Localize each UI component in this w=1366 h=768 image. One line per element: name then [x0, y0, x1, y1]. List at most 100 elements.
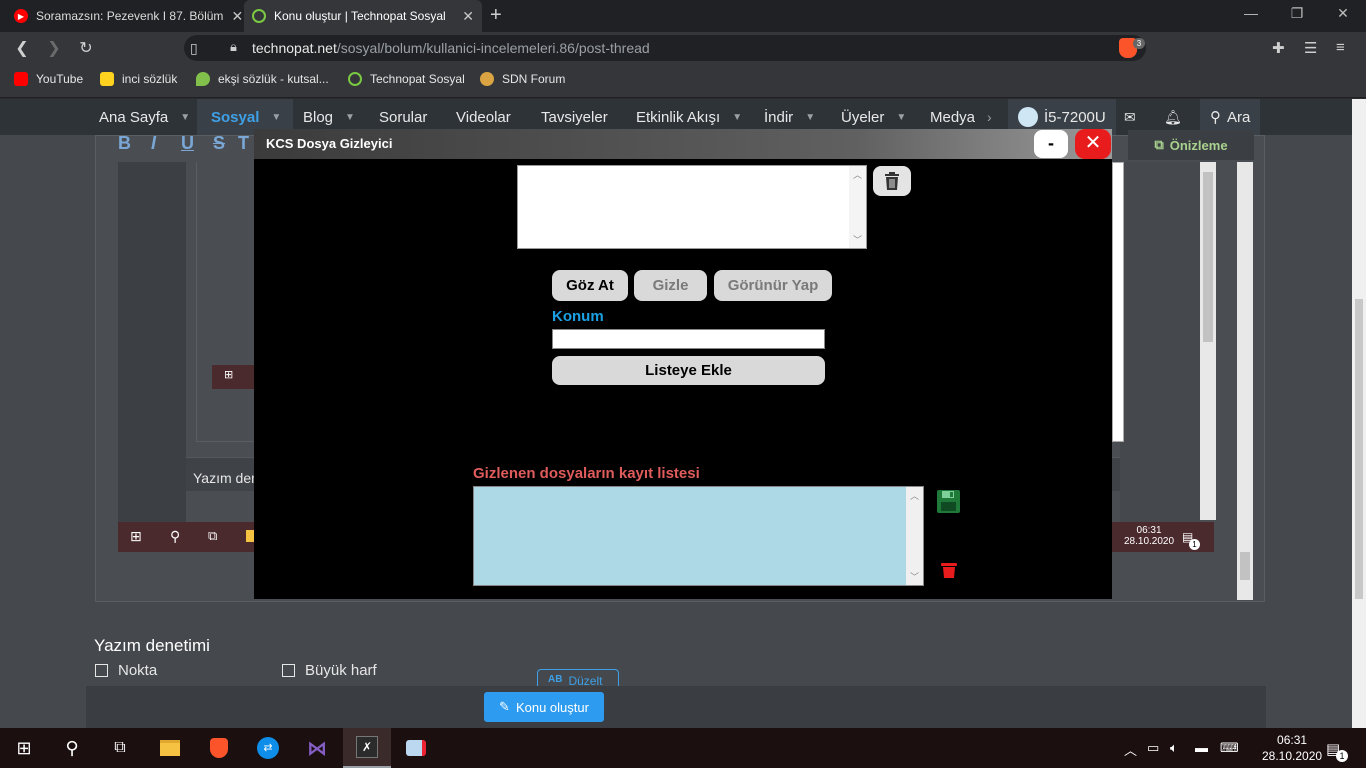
clear-files-button[interactable]: [873, 166, 911, 196]
teamviewer-icon[interactable]: ⇄: [244, 728, 292, 768]
bookmark-sdn[interactable]: SDN Forum: [480, 72, 565, 86]
create-thread-button[interactable]: ✎ Konu oluştur: [484, 692, 604, 722]
notification-badge: 1: [1336, 750, 1348, 762]
edit-icon: ✎: [499, 699, 510, 714]
strike-button[interactable]: S: [213, 133, 225, 154]
checkbox-icon[interactable]: [95, 664, 108, 677]
power-icon: [348, 72, 362, 86]
keyboard-icon[interactable]: ⌨: [1220, 740, 1239, 756]
extensions-icon[interactable]: ✚: [1272, 39, 1285, 57]
bookmark-inci[interactable]: inci sözlük: [100, 72, 177, 86]
spellcheck-icon: AB: [548, 674, 563, 685]
trash-icon: [885, 172, 899, 190]
search-icon: ⚲: [170, 528, 181, 544]
bookmark-youtube[interactable]: YouTube: [14, 72, 83, 86]
inner-spell-text: Yazım den: [193, 470, 259, 486]
back-icon[interactable]: ❮: [12, 38, 32, 58]
new-tab-button[interactable]: +: [490, 4, 502, 27]
reload-icon[interactable]: ↻: [76, 38, 96, 58]
location-label: Konum: [552, 308, 604, 325]
add-to-list-button[interactable]: Listeye Ekle: [552, 356, 825, 385]
inner-notify-badge: 1: [1189, 539, 1200, 550]
italic-button[interactable]: I: [151, 133, 156, 154]
youtube-icon: [14, 72, 28, 86]
start-icon[interactable]: ⊞: [0, 728, 48, 768]
inci-icon: [100, 72, 114, 86]
task-view-icon: ⧉: [208, 528, 218, 543]
windows-icon: ⊞: [224, 369, 234, 381]
battery-icon[interactable]: ▬: [1195, 740, 1208, 755]
inner-screenshot-frame: [196, 162, 256, 442]
chevron-up-icon[interactable]: ︿: [1124, 740, 1137, 759]
submit-bar: [86, 686, 1266, 728]
sdn-icon: [480, 72, 494, 86]
task-view-icon[interactable]: ⧉: [96, 728, 144, 768]
kcs-close-button[interactable]: ✕: [1075, 129, 1111, 159]
network-icon[interactable]: ▭: [1147, 740, 1159, 756]
bold-button[interactable]: B: [118, 133, 131, 154]
checkbox-icon[interactable]: [282, 664, 295, 677]
kcs-minimize-button[interactable]: -: [1034, 130, 1068, 158]
bookmark-technopat[interactable]: Technopat Sosyal: [348, 72, 465, 86]
eksi-icon: [196, 72, 210, 86]
file-list-scrollbar[interactable]: ︿ ﹀: [849, 166, 866, 248]
editor-inner-scrollbar[interactable]: [1200, 162, 1216, 520]
youtube-icon: ▶: [14, 9, 28, 23]
menu-icon[interactable]: ≡: [1336, 39, 1345, 56]
close-tab-icon[interactable]: ✕: [454, 8, 474, 25]
hidden-files-log[interactable]: ︿ ﹀: [473, 486, 924, 586]
close-tab-icon[interactable]: ✕: [223, 8, 243, 25]
app-icon[interactable]: ✗: [343, 728, 391, 768]
location-input[interactable]: [552, 329, 825, 349]
buyuk-harf-checkbox[interactable]: Büyük harf: [282, 662, 377, 679]
tab-youtube[interactable]: ▶ Soramazsın: Pezevenk I 87. Bölüm ✕: [6, 0, 244, 32]
inner-screenshot-panel: [118, 162, 186, 522]
forward-icon[interactable]: ❯: [44, 38, 64, 58]
preview-button[interactable]: ⧉ Önizleme: [1128, 130, 1254, 160]
delete-log-icon[interactable]: [939, 560, 959, 580]
page-scrollbar[interactable]: [1352, 99, 1366, 728]
hidden-files-log-label: Gizlenen dosyaların kayıt listesi: [473, 465, 700, 482]
taskbar-clock[interactable]: 06:31 28.10.2020: [1262, 732, 1322, 764]
kcs-window-title: KCS Dosya Gizleyici: [266, 136, 393, 151]
power-icon: [252, 9, 266, 23]
hide-button[interactable]: Gizle: [634, 270, 707, 301]
remote-icon[interactable]: [392, 728, 440, 768]
visual-studio-icon[interactable]: ⋈: [293, 728, 341, 768]
window-restore-button[interactable]: ❐: [1274, 5, 1320, 22]
inner-right-panel: [1120, 162, 1200, 522]
bookmark-eksi[interactable]: ekşi sözlük - kutsal...: [196, 72, 329, 86]
inner-start-button: ⊞: [212, 365, 256, 389]
log-scrollbar[interactable]: ︿ ﹀: [906, 487, 923, 585]
save-log-icon[interactable]: [936, 489, 961, 514]
make-visible-button[interactable]: Görünür Yap: [714, 270, 832, 301]
shield-count-badge: 3: [1133, 38, 1145, 49]
nav-ana-sayfa[interactable]: Ana Sayfa ▼: [99, 99, 190, 135]
preview-icon: ⧉: [1154, 137, 1164, 152]
tab-technopat[interactable]: Konu oluştur | Technopat Sosyal ✕: [244, 0, 482, 32]
underline-button[interactable]: U: [181, 133, 194, 154]
lock-icon[interactable]: 🔒︎: [230, 39, 237, 55]
file-explorer-icon[interactable]: [146, 728, 194, 768]
windows-icon: ⊞: [130, 528, 142, 544]
nokta-checkbox[interactable]: Nokta: [95, 662, 157, 679]
volume-icon[interactable]: 🔈︎: [1170, 740, 1178, 756]
search-icon[interactable]: ⚲: [48, 728, 96, 768]
spellcheck-title: Yazım denetimi: [94, 636, 210, 655]
clear-format-button[interactable]: T: [238, 133, 249, 154]
inner-scrollbar: [1112, 162, 1124, 442]
inner-clock: 06:31 28.10.2020: [1124, 525, 1175, 547]
search-icon: ⚲: [1210, 109, 1221, 126]
editor-scrollbar[interactable]: [1237, 162, 1253, 600]
file-list-box[interactable]: ︿ ﹀: [517, 165, 867, 249]
tab-title: Konu oluştur | Technopat Sosyal: [274, 9, 446, 23]
url-text[interactable]: technopat.net/sosyal/bolum/kullanici-inc…: [252, 40, 650, 56]
brave-icon[interactable]: [195, 728, 243, 768]
tab-title: Soramazsın: Pezevenk I 87. Bölüm: [36, 9, 224, 23]
browse-button[interactable]: Göz At: [552, 270, 628, 301]
media-icon[interactable]: ☰: [1304, 39, 1317, 57]
bookmark-icon[interactable]: ▯: [190, 40, 198, 57]
window-minimize-button[interactable]: —: [1228, 5, 1274, 21]
avatar: [1018, 107, 1038, 127]
window-close-button[interactable]: ✕: [1320, 5, 1366, 22]
